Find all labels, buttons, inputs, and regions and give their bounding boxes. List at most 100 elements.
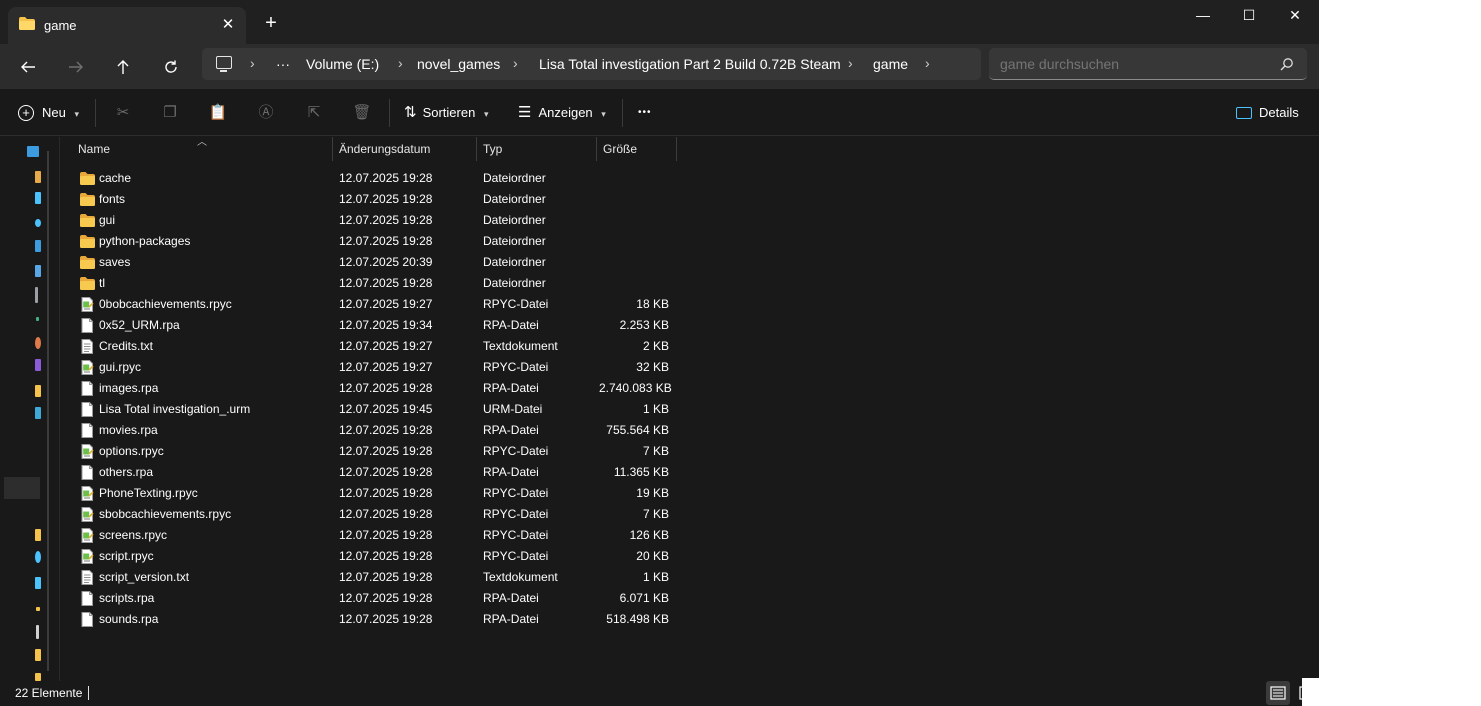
navigation-pane[interactable] — [0, 137, 60, 681]
pictures-icon[interactable] — [35, 265, 41, 277]
back-button[interactable] — [13, 52, 43, 82]
search-box[interactable] — [989, 48, 1307, 80]
drive-icon[interactable] — [36, 625, 39, 639]
file-date: 12.07.2025 19:27 — [339, 360, 433, 374]
file-row[interactable]: cache 12.07.2025 19:28 Dateiordner — [61, 168, 701, 189]
file-row[interactable]: sbobcachievements.rpyc 12.07.2025 19:28 RP… — [61, 504, 701, 525]
chevron-right-icon[interactable]: › — [250, 55, 255, 71]
column-size[interactable]: Größe — [603, 142, 637, 156]
file-row[interactable]: python-packages 12.07.2025 19:28 Dateiordn… — [61, 231, 701, 252]
delete-icon[interactable]: 🗑 — [352, 103, 372, 123]
desktop-icon[interactable] — [27, 146, 39, 157]
document-icon[interactable] — [35, 240, 41, 252]
file-row[interactable]: 0bobcachievements.rpyc 12.07.2025 19:27 RP… — [61, 294, 701, 315]
column-divider[interactable] — [332, 137, 333, 161]
folder-icon[interactable] — [35, 385, 41, 397]
file-row[interactable]: movies.rpa 12.07.2025 19:28 RPA-Datei 755.5… — [61, 420, 701, 441]
share-icon[interactable]: ⇱ — [304, 103, 324, 123]
chevron-right-icon[interactable]: › — [398, 55, 403, 71]
breadcrumb-lisa-folder[interactable]: Lisa Total investigation Part 2 Build 0.… — [539, 56, 841, 72]
file-row[interactable]: saves 12.07.2025 20:39 Dateiordner — [61, 252, 701, 273]
app-icon[interactable] — [35, 337, 41, 349]
sort-button[interactable]: ⇅ Sortieren ▾ — [404, 102, 488, 124]
tab-close-icon[interactable]: ✕ — [218, 15, 238, 35]
column-type[interactable]: Typ — [483, 142, 502, 156]
search-icon[interactable] — [1280, 57, 1294, 71]
app-icon[interactable] — [35, 407, 41, 419]
divider — [95, 99, 96, 127]
breadcrumb-game[interactable]: game — [873, 56, 908, 72]
folder-icon[interactable] — [35, 529, 41, 541]
file-row[interactable]: scripts.rpa 12.07.2025 19:28 RPA-Datei 6.07… — [61, 588, 701, 609]
forward-button[interactable] — [61, 52, 91, 82]
column-divider[interactable] — [676, 137, 677, 161]
rename-icon[interactable]: Ⓐ — [256, 103, 276, 123]
paste-icon[interactable]: 📋 — [208, 103, 228, 123]
file-list[interactable]: ︿ Name Änderungsdatum Typ Größe cache 12.… — [61, 137, 1319, 681]
drive-icon[interactable] — [35, 287, 38, 303]
selected-nav-item[interactable] — [4, 477, 40, 499]
app-icon[interactable] — [35, 359, 41, 371]
file-row[interactable]: fonts 12.07.2025 19:28 Dateiordner — [61, 189, 701, 210]
breadcrumb-more[interactable]: ··· — [276, 56, 290, 72]
breadcrumb-volume[interactable]: Volume (E:) — [306, 56, 379, 72]
file-row[interactable]: gui 12.07.2025 19:28 Dateiordner — [61, 210, 701, 231]
app-icon[interactable] — [35, 577, 41, 589]
file-name: 0x52_URM.rpa — [99, 318, 180, 332]
close-window-button[interactable]: ✕ — [1272, 0, 1318, 30]
file-row[interactable]: Lisa Total investigation_.urm 12.07.2025 … — [61, 399, 701, 420]
cloud-icon[interactable] — [35, 219, 41, 227]
chevron-right-icon[interactable]: › — [513, 55, 518, 71]
file-name: saves — [99, 255, 131, 269]
minimize-button[interactable]: — — [1180, 0, 1226, 30]
column-name[interactable]: Name — [78, 142, 110, 156]
app-icon[interactable] — [36, 317, 39, 321]
file-row[interactable]: images.rpa 12.07.2025 19:28 RPA-Datei 2.740… — [61, 378, 701, 399]
breadcrumb-novel-games[interactable]: novel_games — [417, 56, 500, 72]
new-tab-button[interactable]: + — [260, 12, 282, 34]
file-row[interactable]: Credits.txt 12.07.2025 19:27 Textdokument 2… — [61, 336, 701, 357]
sidebar-scrollbar[interactable] — [47, 151, 49, 671]
file-row[interactable]: 0x52_URM.rpa 12.07.2025 19:34 RPA-Datei 2.2… — [61, 315, 701, 336]
column-divider[interactable] — [596, 137, 597, 161]
file-row[interactable]: sounds.rpa 12.07.2025 19:28 RPA-Datei 518.4… — [61, 609, 701, 630]
copy-icon[interactable]: ❐ — [160, 103, 180, 123]
download-icon[interactable] — [35, 192, 41, 204]
app-icon[interactable] — [36, 607, 40, 611]
tab-game[interactable]: game ✕ — [8, 7, 246, 44]
search-input[interactable] — [1000, 56, 1270, 72]
chevron-right-icon[interactable]: › — [925, 55, 930, 71]
chevron-right-icon[interactable]: › — [848, 55, 853, 71]
file-row[interactable]: script_version.txt 12.07.2025 19:28 Textdo… — [61, 567, 701, 588]
computer-icon[interactable] — [216, 56, 232, 72]
refresh-button[interactable] — [156, 52, 186, 82]
column-divider[interactable] — [476, 137, 477, 161]
column-date[interactable]: Änderungsdatum — [339, 142, 430, 156]
folder-icon[interactable] — [35, 649, 41, 661]
details-pane-button[interactable]: Details — [1236, 102, 1299, 124]
maximize-button[interactable]: ☐ — [1226, 0, 1272, 30]
file-row[interactable]: screens.rpyc 12.07.2025 19:28 RPYC-Datei 12… — [61, 525, 701, 546]
folder-icon[interactable] — [35, 673, 41, 681]
breadcrumb[interactable]: › ··· Volume (E:) › novel_games › Lisa T… — [202, 48, 981, 80]
file-row[interactable]: script.rpyc 12.07.2025 19:28 RPYC-Datei 20 … — [61, 546, 701, 567]
rpyc-file-icon — [81, 360, 94, 375]
up-button[interactable] — [108, 52, 138, 82]
view-button[interactable]: ☰ Anzeigen ▾ — [518, 102, 606, 124]
app-icon[interactable] — [35, 551, 41, 563]
rpyc-file-icon — [81, 486, 94, 501]
cut-icon[interactable]: ✂ — [113, 103, 133, 123]
file-row[interactable]: options.rpyc 12.07.2025 19:28 RPYC-Datei 7 … — [61, 441, 701, 462]
file-row[interactable]: gui.rpyc 12.07.2025 19:27 RPYC-Datei 32 KB — [61, 357, 701, 378]
new-button[interactable]: + Neu ▾ — [18, 102, 79, 124]
folder-icon[interactable] — [35, 171, 41, 183]
details-view-button[interactable] — [1266, 681, 1290, 705]
file-name: sounds.rpa — [99, 612, 159, 626]
file-row[interactable]: PhoneTexting.rpyc 12.07.2025 19:28 RPYC-Da… — [61, 483, 701, 504]
file-name: gui.rpyc — [99, 360, 142, 374]
rpyc-file-icon — [81, 444, 94, 459]
file-row[interactable]: others.rpa 12.07.2025 19:28 RPA-Datei 11.36… — [61, 462, 701, 483]
more-options-button[interactable]: ••• — [638, 102, 652, 124]
file-row[interactable]: tl 12.07.2025 19:28 Dateiordner — [61, 273, 701, 294]
file-type: Textdokument — [483, 570, 558, 584]
